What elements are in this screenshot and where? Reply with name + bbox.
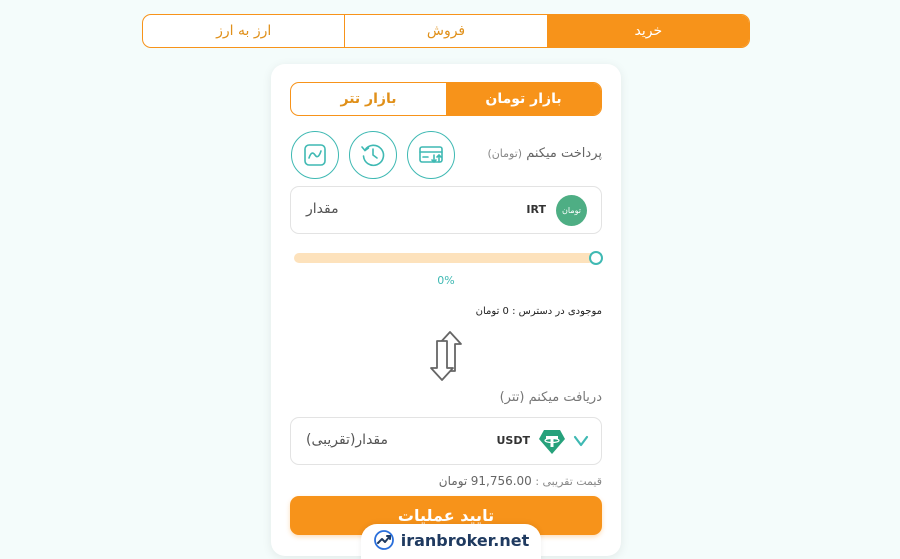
pay-label: پرداخت میکنم (تومان) — [487, 146, 602, 161]
history-icon — [361, 144, 385, 167]
approx-price: قیمت تقریبی : 91,756.00 تومان — [439, 474, 602, 488]
tether-icon — [539, 430, 565, 454]
swap-arrows-icon — [430, 331, 462, 381]
history-button[interactable] — [349, 131, 397, 179]
pay-currency-code: IRT — [526, 203, 546, 216]
tab-tether-market[interactable]: بازار تتر — [291, 83, 446, 115]
brand-name: iranbroker.net — [400, 530, 530, 550]
approx-price-label: قیمت تقریبی : — [535, 475, 602, 488]
swap-button[interactable] — [426, 329, 466, 383]
chart-icon — [304, 144, 326, 166]
slider-percent: 0% — [437, 274, 455, 287]
tab-currency-to-currency[interactable]: ارز به ارز — [143, 15, 344, 47]
toman-coin-text: تومان — [562, 206, 581, 215]
approx-price-unit: تومان — [438, 474, 468, 488]
trade-card: بازار تومان بازار تتر پرداخت میکنم (توما… — [271, 64, 621, 556]
pay-amount-field[interactable]: مقدار IRT تومان — [290, 186, 602, 234]
pay-amount-placeholder: مقدار — [306, 201, 339, 217]
tab-toman-market[interactable]: بازار تومان — [446, 83, 601, 115]
tab-buy[interactable]: خرید — [546, 15, 749, 47]
amount-slider-track[interactable] — [294, 253, 594, 263]
pay-unit: (تومان) — [487, 147, 523, 160]
receive-label: دریافت میکنم (تتر) — [499, 390, 602, 405]
card-transfer-icon — [419, 146, 443, 164]
toman-coin-icon: تومان — [556, 195, 587, 226]
brand-badge: iranbroker.net — [361, 524, 541, 559]
available-balance: موجودی در دسترس : 0 تومان — [475, 306, 602, 317]
amount-slider-thumb[interactable] — [589, 251, 603, 265]
chevron-down-icon[interactable] — [573, 435, 589, 447]
chart-button[interactable] — [291, 131, 339, 179]
trade-type-tabs: خرید فروش ارز به ارز — [142, 14, 750, 48]
pay-label-text: پرداخت میکنم — [526, 146, 602, 161]
approx-price-value: 91,756.00 — [470, 474, 532, 488]
receive-currency-code: USDT — [496, 434, 531, 447]
iranbroker-logo-icon — [373, 530, 394, 550]
market-tabs: بازار تومان بازار تتر — [290, 82, 602, 116]
receive-amount-field[interactable]: مقدار(تقریبی) USDT — [290, 417, 602, 465]
card-transfer-button[interactable] — [407, 131, 455, 179]
tab-sell[interactable]: فروش — [344, 15, 546, 47]
receive-amount-placeholder: مقدار(تقریبی) — [306, 432, 388, 448]
